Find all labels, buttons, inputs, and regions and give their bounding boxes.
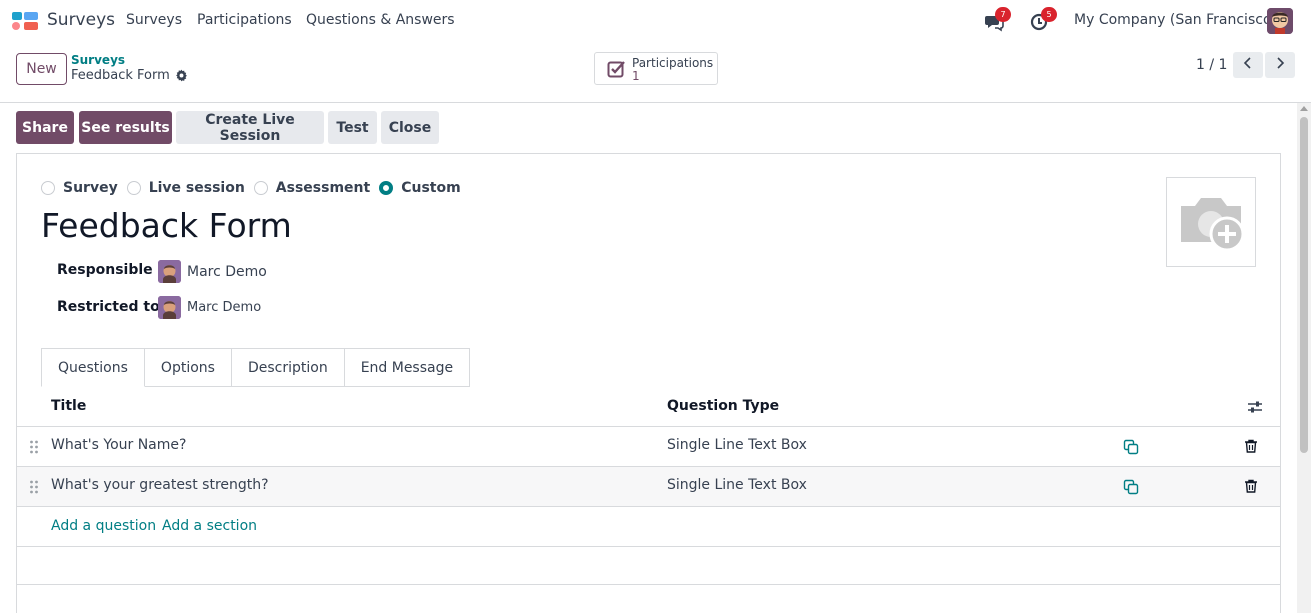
tab-description[interactable]: Description (231, 348, 345, 387)
responsible-value: Marc Demo (187, 263, 267, 280)
optional-columns-icon[interactable] (1247, 399, 1263, 415)
add-line-row: Add a question Add a section (17, 508, 1280, 547)
control-panel: New Surveys Feedback Form Participations… (0, 42, 1311, 103)
tab-end-message[interactable]: End Message (344, 348, 471, 387)
messages-button[interactable]: 7 (984, 7, 1011, 32)
test-button[interactable]: Test (328, 111, 377, 144)
copy-icon[interactable] (1123, 479, 1139, 495)
user-avatar-image-icon (1267, 8, 1293, 34)
radio-assessment-label[interactable]: Assessment (276, 180, 370, 196)
breadcrumb-current-label: Feedback Form (71, 68, 170, 83)
smart-button-label: Participations (632, 56, 714, 70)
restricted-label: Restricted to (57, 299, 160, 315)
add-section-link[interactable]: Add a section (162, 518, 257, 534)
radio-live-session[interactable] (126, 181, 141, 195)
breadcrumb-current: Feedback Form (71, 68, 188, 83)
new-button[interactable]: New (16, 53, 67, 85)
app-name[interactable]: Surveys (47, 10, 115, 30)
add-question-link[interactable]: Add a question (51, 518, 156, 534)
share-button[interactable]: Share (16, 111, 74, 144)
question-title[interactable]: What's Your Name? (51, 437, 186, 453)
restricted-value: Marc Demo (187, 300, 262, 315)
top-navbar: Surveys Surveys Participations Questions… (0, 0, 1311, 42)
breadcrumb-parent[interactable]: Surveys (71, 53, 125, 67)
responsible-avatar (158, 260, 181, 283)
participations-smart-button[interactable]: Participations 1 (594, 52, 718, 85)
table-header: Title Question Type (17, 387, 1280, 427)
user-avatar-image-icon (158, 296, 181, 319)
responsible-field[interactable]: Marc Demo (158, 260, 267, 283)
trash-icon[interactable] (1244, 479, 1258, 493)
column-title[interactable]: Title (51, 398, 86, 414)
messages-badge: 7 (995, 7, 1011, 22)
see-results-button[interactable]: See results (79, 111, 172, 144)
page-scrollbar[interactable] (1297, 103, 1311, 613)
form-sheet: Survey Live session Assessment Custom Fe… (16, 153, 1281, 613)
smart-button-value: 1 (632, 69, 640, 83)
form-tabs: Questions Options Description End Messag… (41, 348, 471, 387)
tab-questions[interactable]: Questions (41, 348, 145, 387)
activities-button[interactable]: 5 (1030, 7, 1057, 32)
survey-image-upload[interactable] (1166, 177, 1256, 267)
question-title[interactable]: What's your greatest strength? (51, 477, 269, 493)
checkbox-icon (607, 61, 625, 78)
company-switcher[interactable]: My Company (San Francisco) (1074, 12, 1277, 28)
radio-survey-label[interactable]: Survey (63, 180, 118, 196)
table-row[interactable]: What's Your Name? Single Line Text Box (17, 427, 1280, 467)
question-type[interactable]: Single Line Text Box (667, 477, 807, 493)
survey-title-field[interactable]: Feedback Form (41, 206, 292, 245)
empty-table-row (17, 547, 1280, 585)
tab-options[interactable]: Options (144, 348, 232, 387)
radio-custom[interactable] (379, 181, 394, 195)
column-question-type[interactable]: Question Type (667, 398, 779, 414)
user-avatar[interactable] (1267, 8, 1293, 34)
radio-assessment[interactable] (253, 181, 268, 195)
pager-next-button[interactable] (1265, 52, 1295, 78)
table-row[interactable]: What's your greatest strength? Single Li… (17, 467, 1280, 507)
trash-icon[interactable] (1244, 439, 1258, 453)
responsible-label: Responsible (57, 262, 153, 278)
chevron-right-icon (1277, 57, 1285, 69)
chevron-left-icon (1243, 57, 1251, 69)
radio-live-session-label[interactable]: Live session (149, 180, 245, 196)
camera-plus-icon (1181, 198, 1245, 252)
drag-handle-icon[interactable] (29, 440, 39, 454)
menu-questions-answers[interactable]: Questions & Answers (306, 12, 455, 28)
close-button[interactable]: Close (381, 111, 439, 144)
radio-custom-label[interactable]: Custom (401, 180, 460, 196)
apps-menu-icon[interactable] (12, 11, 39, 31)
menu-participations[interactable]: Participations (197, 12, 292, 28)
survey-type-radio-group: Survey Live session Assessment Custom (41, 179, 470, 197)
radio-survey[interactable] (41, 181, 55, 195)
question-type[interactable]: Single Line Text Box (667, 437, 807, 453)
menu-surveys[interactable]: Surveys (126, 12, 182, 28)
restricted-field[interactable]: Marc Demo (158, 296, 261, 319)
activities-badge: 5 (1041, 7, 1057, 22)
user-avatar-image-icon (158, 260, 181, 283)
restricted-avatar (158, 296, 181, 319)
pager-previous-button[interactable] (1233, 52, 1263, 78)
scrollbar-thumb[interactable] (1300, 117, 1308, 453)
create-live-session-button[interactable]: Create Live Session (176, 111, 324, 144)
copy-icon[interactable] (1123, 439, 1139, 455)
scroll-up-icon[interactable] (1300, 106, 1308, 111)
drag-handle-icon[interactable] (29, 480, 39, 494)
gear-icon[interactable] (175, 69, 188, 82)
pager-value[interactable]: 1 / 1 (1196, 57, 1227, 73)
